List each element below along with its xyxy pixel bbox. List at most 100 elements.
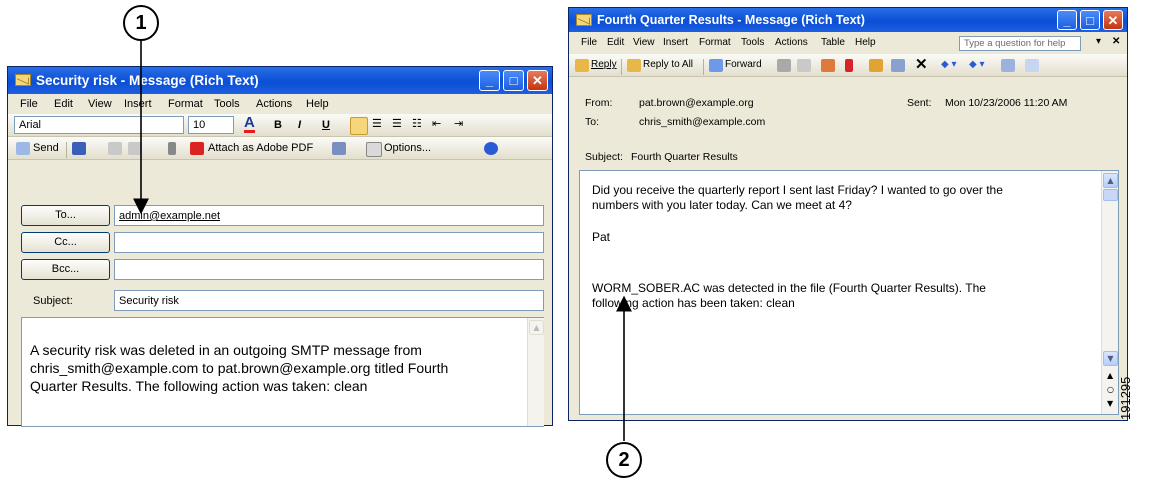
menu-view[interactable]: View bbox=[633, 37, 655, 48]
bcc-field[interactable] bbox=[114, 259, 544, 280]
italic-button[interactable]: I bbox=[298, 119, 301, 131]
message-header: From: pat.brown@example.org Sent: Mon 10… bbox=[569, 78, 1127, 170]
toolbar-separator bbox=[621, 59, 622, 75]
maximize-button[interactable]: □ bbox=[503, 70, 524, 91]
menu-tools[interactable]: Tools bbox=[741, 37, 764, 48]
standard-toolbar: Send Attach as Adobe PDF Options... bbox=[8, 137, 552, 160]
forward-button[interactable]: Forward bbox=[725, 59, 762, 70]
message-body[interactable]: Did you receive the quarterly report I s… bbox=[579, 170, 1119, 415]
cut-icon[interactable] bbox=[108, 142, 122, 155]
font-color-icon[interactable]: A bbox=[244, 115, 255, 133]
cc-field[interactable] bbox=[114, 232, 544, 253]
align-center-icon[interactable]: ☰ bbox=[372, 117, 382, 130]
menu-help[interactable]: Help bbox=[306, 98, 329, 110]
to-field[interactable]: admin@example.net bbox=[114, 205, 544, 226]
menu-format[interactable]: Format bbox=[168, 98, 203, 110]
menu-table[interactable]: Table bbox=[821, 37, 845, 48]
maximize-button[interactable]: □ bbox=[1080, 10, 1100, 30]
body-line: WORM_SOBER.AC was detected in the file (… bbox=[592, 281, 986, 295]
next-page-icon[interactable]: ▼ bbox=[1107, 399, 1113, 408]
close-document-icon[interactable]: ✕ bbox=[1112, 36, 1120, 47]
reading-toolbar: Reply Reply to All Forward ✕ ◆ ▾ ◆ ▾ bbox=[569, 54, 1127, 77]
font-select[interactable]: Arial bbox=[14, 116, 184, 134]
send-button[interactable]: Send bbox=[33, 142, 59, 154]
copy-icon[interactable] bbox=[797, 59, 811, 72]
menu-insert[interactable]: Insert bbox=[663, 37, 688, 48]
envelope-icon bbox=[576, 14, 592, 26]
reply-icon bbox=[575, 59, 589, 72]
address-book-icon[interactable] bbox=[891, 59, 905, 72]
menu-file[interactable]: File bbox=[20, 98, 38, 110]
minimize-button[interactable]: _ bbox=[479, 70, 500, 91]
message-body[interactable]: A security risk was deleted in an outgoi… bbox=[21, 317, 544, 427]
edit-message-icon[interactable] bbox=[1001, 59, 1015, 72]
figure-id: 191295 bbox=[1118, 376, 1133, 420]
reading-titlebar[interactable]: Fourth Quarter Results - Message (Rich T… bbox=[569, 8, 1127, 32]
body-scrollbar[interactable]: ▲ bbox=[527, 318, 544, 426]
align-right-icon[interactable]: ☰ bbox=[392, 117, 402, 130]
previous-icon[interactable]: ◆ ▾ bbox=[941, 59, 957, 70]
sent-label: Sent: bbox=[907, 97, 932, 109]
attach-icon[interactable] bbox=[168, 142, 176, 155]
menu-edit[interactable]: Edit bbox=[54, 98, 73, 110]
font-size-select[interactable]: 10 bbox=[188, 116, 234, 134]
menu-actions[interactable]: Actions bbox=[775, 37, 808, 48]
scroll-up-button[interactable]: ▲ bbox=[1103, 173, 1118, 188]
categorize-icon[interactable] bbox=[869, 59, 883, 72]
increase-indent-icon[interactable]: ⇥ bbox=[454, 117, 463, 130]
toolbar-separator bbox=[66, 142, 67, 158]
menu-insert[interactable]: Insert bbox=[124, 98, 152, 110]
help-search-input[interactable]: Type a question for help bbox=[959, 36, 1081, 51]
print-icon[interactable] bbox=[777, 59, 791, 72]
flag-icon[interactable] bbox=[845, 59, 853, 72]
envelope-icon bbox=[15, 74, 31, 86]
help-icon[interactable] bbox=[484, 142, 498, 155]
reply-all-button[interactable]: Reply to All bbox=[643, 59, 693, 70]
menu-file[interactable]: File bbox=[581, 37, 597, 48]
minimize-button[interactable]: _ bbox=[1057, 10, 1077, 30]
copy-icon[interactable] bbox=[128, 142, 142, 155]
to-button[interactable]: To... bbox=[21, 205, 110, 226]
subject-field[interactable]: Security risk bbox=[114, 290, 544, 311]
attach-pdf-button[interactable]: Attach as Adobe PDF bbox=[208, 142, 313, 154]
save-icon[interactable] bbox=[72, 142, 86, 155]
browse-object-icon[interactable]: ○ bbox=[1107, 385, 1114, 394]
menu-view[interactable]: View bbox=[88, 98, 112, 110]
scroll-down-button[interactable]: ▼ bbox=[1103, 351, 1118, 366]
previous-page-icon[interactable]: ▲ bbox=[1107, 371, 1113, 380]
bold-button[interactable]: B bbox=[274, 119, 282, 131]
menu-edit[interactable]: Edit bbox=[607, 37, 624, 48]
options-button[interactable]: Options... bbox=[384, 142, 431, 154]
close-button[interactable]: ✕ bbox=[527, 70, 548, 91]
reply-button[interactable]: Reply bbox=[591, 59, 617, 70]
sent-value: Mon 10/23/2006 11:20 AM bbox=[945, 97, 1068, 109]
next-icon[interactable]: ◆ ▾ bbox=[969, 59, 985, 70]
delete-icon[interactable]: ✕ bbox=[915, 55, 928, 73]
reading-window: Fourth Quarter Results - Message (Rich T… bbox=[568, 7, 1128, 421]
align-left-icon[interactable] bbox=[350, 117, 368, 135]
underline-button[interactable]: U bbox=[322, 119, 330, 131]
pdf-icon bbox=[190, 142, 204, 155]
reply-all-icon bbox=[627, 59, 641, 72]
bullets-icon[interactable]: ☷ bbox=[412, 117, 422, 130]
menu-format[interactable]: Format bbox=[699, 37, 731, 48]
address-book-icon[interactable] bbox=[332, 142, 346, 155]
options-icon bbox=[366, 142, 382, 157]
decrease-indent-icon[interactable]: ⇤ bbox=[432, 117, 441, 130]
scroll-up-button[interactable]: ▲ bbox=[529, 320, 544, 335]
scroll-thumb[interactable] bbox=[1103, 189, 1118, 201]
close-button[interactable]: ✕ bbox=[1103, 10, 1123, 30]
cc-button[interactable]: Cc... bbox=[21, 232, 110, 253]
envelope-toolbar-icon[interactable] bbox=[1025, 59, 1039, 72]
help-dropdown-icon[interactable]: ▾ bbox=[1096, 36, 1101, 47]
move-icon[interactable] bbox=[821, 59, 835, 72]
menu-help[interactable]: Help bbox=[855, 37, 876, 48]
body-scrollbar[interactable]: ▲ ▼ ▲ ○ ▼ bbox=[1101, 171, 1118, 414]
bcc-button[interactable]: Bcc... bbox=[21, 259, 110, 280]
callout-2: 2 bbox=[606, 442, 642, 478]
menu-tools[interactable]: Tools bbox=[214, 98, 240, 110]
menu-actions[interactable]: Actions bbox=[256, 98, 292, 110]
compose-titlebar[interactable]: Security risk - Message (Rich Text) _ □ … bbox=[8, 67, 552, 94]
callout-1: 1 bbox=[123, 5, 159, 41]
forward-icon bbox=[709, 59, 723, 72]
